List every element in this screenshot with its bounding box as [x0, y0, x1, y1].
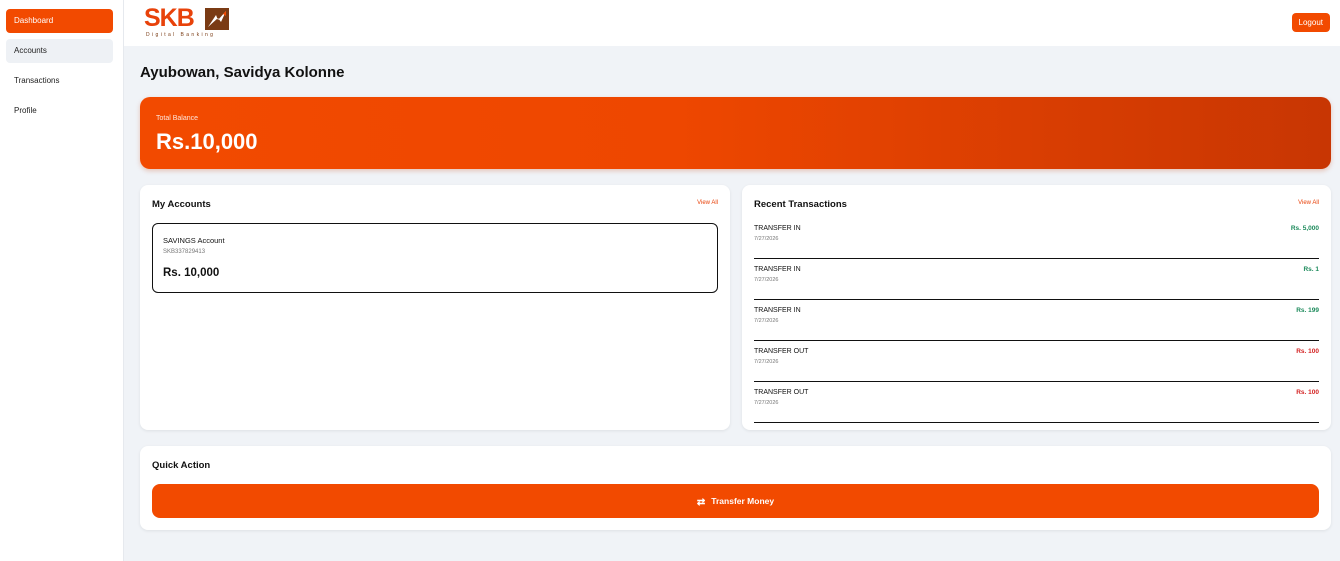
- total-balance-card: Total Balance Rs.10,000: [140, 97, 1331, 169]
- transfer-money-label: Transfer Money: [711, 496, 775, 506]
- recent-transactions-title: Recent Transactions: [754, 199, 847, 210]
- transaction-type: TRANSFER IN: [754, 266, 801, 273]
- transaction-date: 7/27/2026: [754, 277, 779, 283]
- page-greeting: Ayubowan, Savidya Kolonne: [140, 64, 345, 81]
- recent-transactions-card: Recent Transactions View All TRANSFER IN…: [742, 185, 1331, 430]
- sidebar-item-dashboard[interactable]: Dashboard: [6, 9, 113, 33]
- account-card[interactable]: SAVINGS Account SKB337829413 Rs. 10,000: [152, 223, 718, 293]
- transaction-type: TRANSFER OUT: [754, 389, 809, 396]
- transaction-list: TRANSFER IN 7/27/2026 Rs. 5,000 TRANSFER…: [754, 218, 1319, 423]
- total-balance-value: Rs.10,000: [156, 129, 258, 154]
- logout-button[interactable]: Logout: [1291, 13, 1330, 32]
- accounts-view-all-link[interactable]: View All: [697, 200, 718, 206]
- transaction-row[interactable]: TRANSFER IN 7/27/2026 Rs. 5,000: [754, 218, 1319, 259]
- logo-text: SKB: [144, 4, 195, 32]
- total-balance-label: Total Balance: [156, 115, 199, 122]
- transfer-money-button[interactable]: ⇄ Transfer Money: [152, 484, 1319, 518]
- transaction-date: 7/27/2026: [754, 400, 779, 406]
- transaction-amount: Rs. 1: [1303, 266, 1319, 273]
- top-bar: SKB Digital Banking Logout: [124, 0, 1340, 46]
- sidebar-item-accounts[interactable]: Accounts: [6, 39, 113, 63]
- transaction-amount: Rs. 5,000: [1290, 225, 1319, 232]
- transaction-amount: Rs. 100: [1296, 389, 1319, 396]
- my-accounts-title: My Accounts: [152, 199, 211, 210]
- account-balance: Rs. 10,000: [163, 267, 220, 279]
- logo-mark-icon: [205, 8, 229, 30]
- my-accounts-card: My Accounts View All SAVINGS Account SKB…: [140, 185, 730, 430]
- transaction-date: 7/27/2026: [754, 359, 779, 365]
- transaction-type: TRANSFER IN: [754, 225, 801, 232]
- transactions-view-all-link[interactable]: View All: [1298, 200, 1319, 206]
- transaction-date: 7/27/2026: [754, 318, 779, 324]
- transaction-type: TRANSFER OUT: [754, 348, 809, 355]
- transaction-row[interactable]: TRANSFER OUT 7/27/2026 Rs. 100: [754, 382, 1319, 423]
- logo: SKB Digital Banking: [144, 4, 234, 40]
- quick-action-title: Quick Action: [152, 460, 211, 471]
- transaction-date: 7/27/2026: [754, 236, 779, 242]
- account-number: SKB337829413: [163, 249, 206, 255]
- transaction-type: TRANSFER IN: [754, 307, 801, 314]
- transaction-row[interactable]: TRANSFER IN 7/27/2026 Rs. 1: [754, 259, 1319, 300]
- sidebar-item-transactions[interactable]: Transactions: [6, 69, 113, 93]
- quick-action-card: Quick Action ⇄ Transfer Money: [140, 446, 1331, 530]
- transaction-row[interactable]: TRANSFER IN 7/27/2026 Rs. 199: [754, 300, 1319, 341]
- account-type: SAVINGS Account: [163, 236, 225, 245]
- transaction-amount: Rs. 100: [1296, 348, 1319, 355]
- swap-arrows-icon: ⇄: [696, 497, 706, 508]
- sidebar: Dashboard Accounts Transactions Profile: [0, 0, 124, 561]
- logo-subtitle: Digital Banking: [146, 32, 216, 38]
- transaction-amount: Rs. 199: [1296, 307, 1319, 314]
- sidebar-item-profile[interactable]: Profile: [6, 99, 113, 123]
- transaction-row[interactable]: TRANSFER OUT 7/27/2026 Rs. 100: [754, 341, 1319, 382]
